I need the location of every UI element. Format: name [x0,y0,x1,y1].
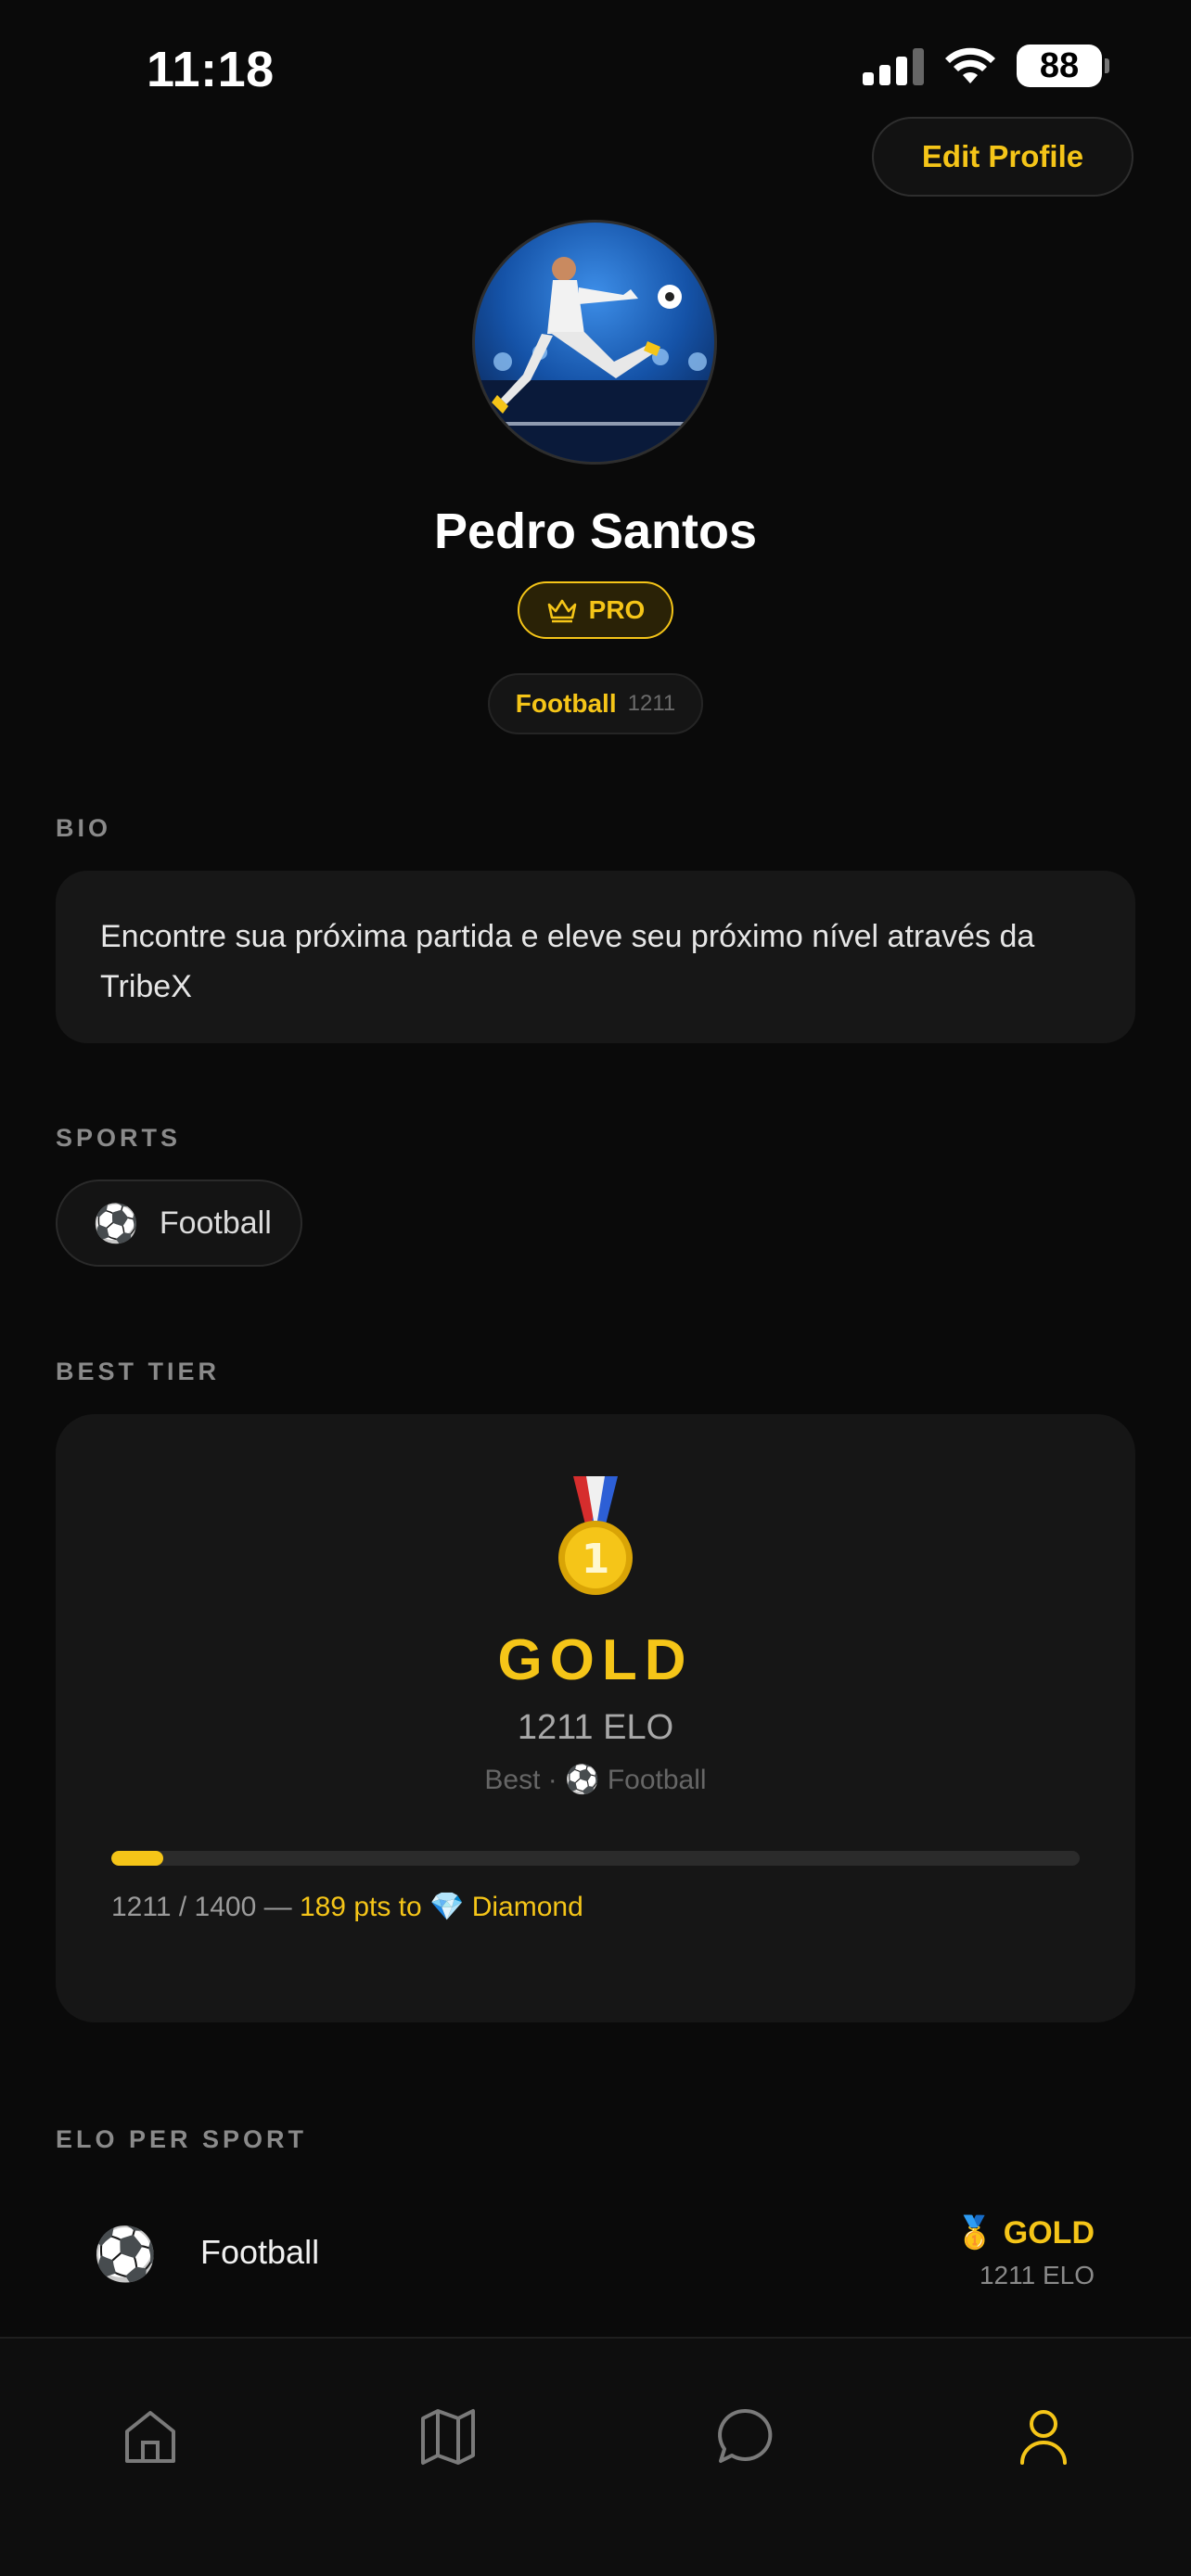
avatar-image [475,257,714,462]
tab-bar [0,2337,1191,2576]
bio-text: Encontre sua próxima partida e eleve seu… [100,919,1035,1004]
cellular-signal-icon [863,46,924,85]
sports-label: SPORTS [56,1124,182,1152]
profile-icon[interactable] [1011,2404,1076,2468]
primary-sport-name: Football [515,689,617,718]
pro-badge: PRO [518,581,673,639]
tier-name: GOLD [497,1628,694,1692]
primary-sport-elo: 1211 [627,691,676,716]
sport-pill-label: Football [159,1205,272,1241]
primary-sport-chip[interactable]: Football 1211 [488,673,703,734]
bio-label: BIO [56,814,112,842]
tier-progress-bar [111,1851,1080,1866]
tier-progress-highlight: 189 pts to 💎 Diamond [299,1892,583,1922]
elo-per-sport-label: ELO PER SPORT [56,2125,308,2153]
soccer-ball-icon: ⚽ [93,1203,139,1244]
elo-row-sport: Football [200,2233,320,2271]
elo-row-football[interactable]: ⚽ Football 🥇 GOLD 1211 ELO [56,2187,1135,2316]
soccer-ball-icon: ⚽ [565,1765,600,1795]
sport-pill-football[interactable]: ⚽ Football [56,1180,302,1267]
map-icon[interactable] [416,2404,480,2468]
tier-best-sport: Best · ⚽ Football [56,1764,1135,1796]
best-tier-card: 1 GOLD 1211 ELO Best · ⚽ Football 1211 /… [56,1414,1135,2022]
gold-medal-icon: 🥇 [954,2215,994,2251]
elo-row-elo: 1211 ELO [979,2261,1095,2289]
tier-progress-fill [111,1851,164,1866]
profile-screen: 11:18 88 Edit Profile Pedro Santos PRO F… [0,0,1191,2576]
tier-best-prefix: Best · [484,1765,557,1795]
gold-medal-icon: 1 [558,1476,633,1595]
bio-card: Encontre sua próxima partida e eleve seu… [56,871,1135,1043]
avatar[interactable] [472,220,717,465]
status-time: 11:18 [147,42,275,97]
pro-badge-label: PRO [588,595,646,624]
tier-progress-base: 1211 / 1400 — [111,1892,292,1922]
status-icons: 88 [863,45,1109,87]
elo-row-tier: 🥇 GOLD [954,2214,1095,2251]
wifi-icon [945,47,995,83]
crown-icon [547,599,576,623]
best-tier-label: BEST TIER [56,1358,221,1385]
soccer-ball-icon: ⚽ [93,2225,158,2283]
tier-progress-text: 1211 / 1400 — 189 pts to 💎 Diamond [111,1891,583,1923]
home-icon[interactable] [118,2404,183,2468]
chat-icon[interactable] [713,2404,778,2468]
tier-elo: 1211 ELO [517,1708,674,1747]
svg-text:1: 1 [582,1536,610,1583]
profile-name: Pedro Santos [433,504,758,559]
edit-profile-button[interactable]: Edit Profile [872,117,1133,197]
battery-icon: 88 [1017,45,1109,87]
elo-row-tier-label: GOLD [1003,2214,1095,2251]
tier-best-sport-name: Football [607,1765,707,1795]
